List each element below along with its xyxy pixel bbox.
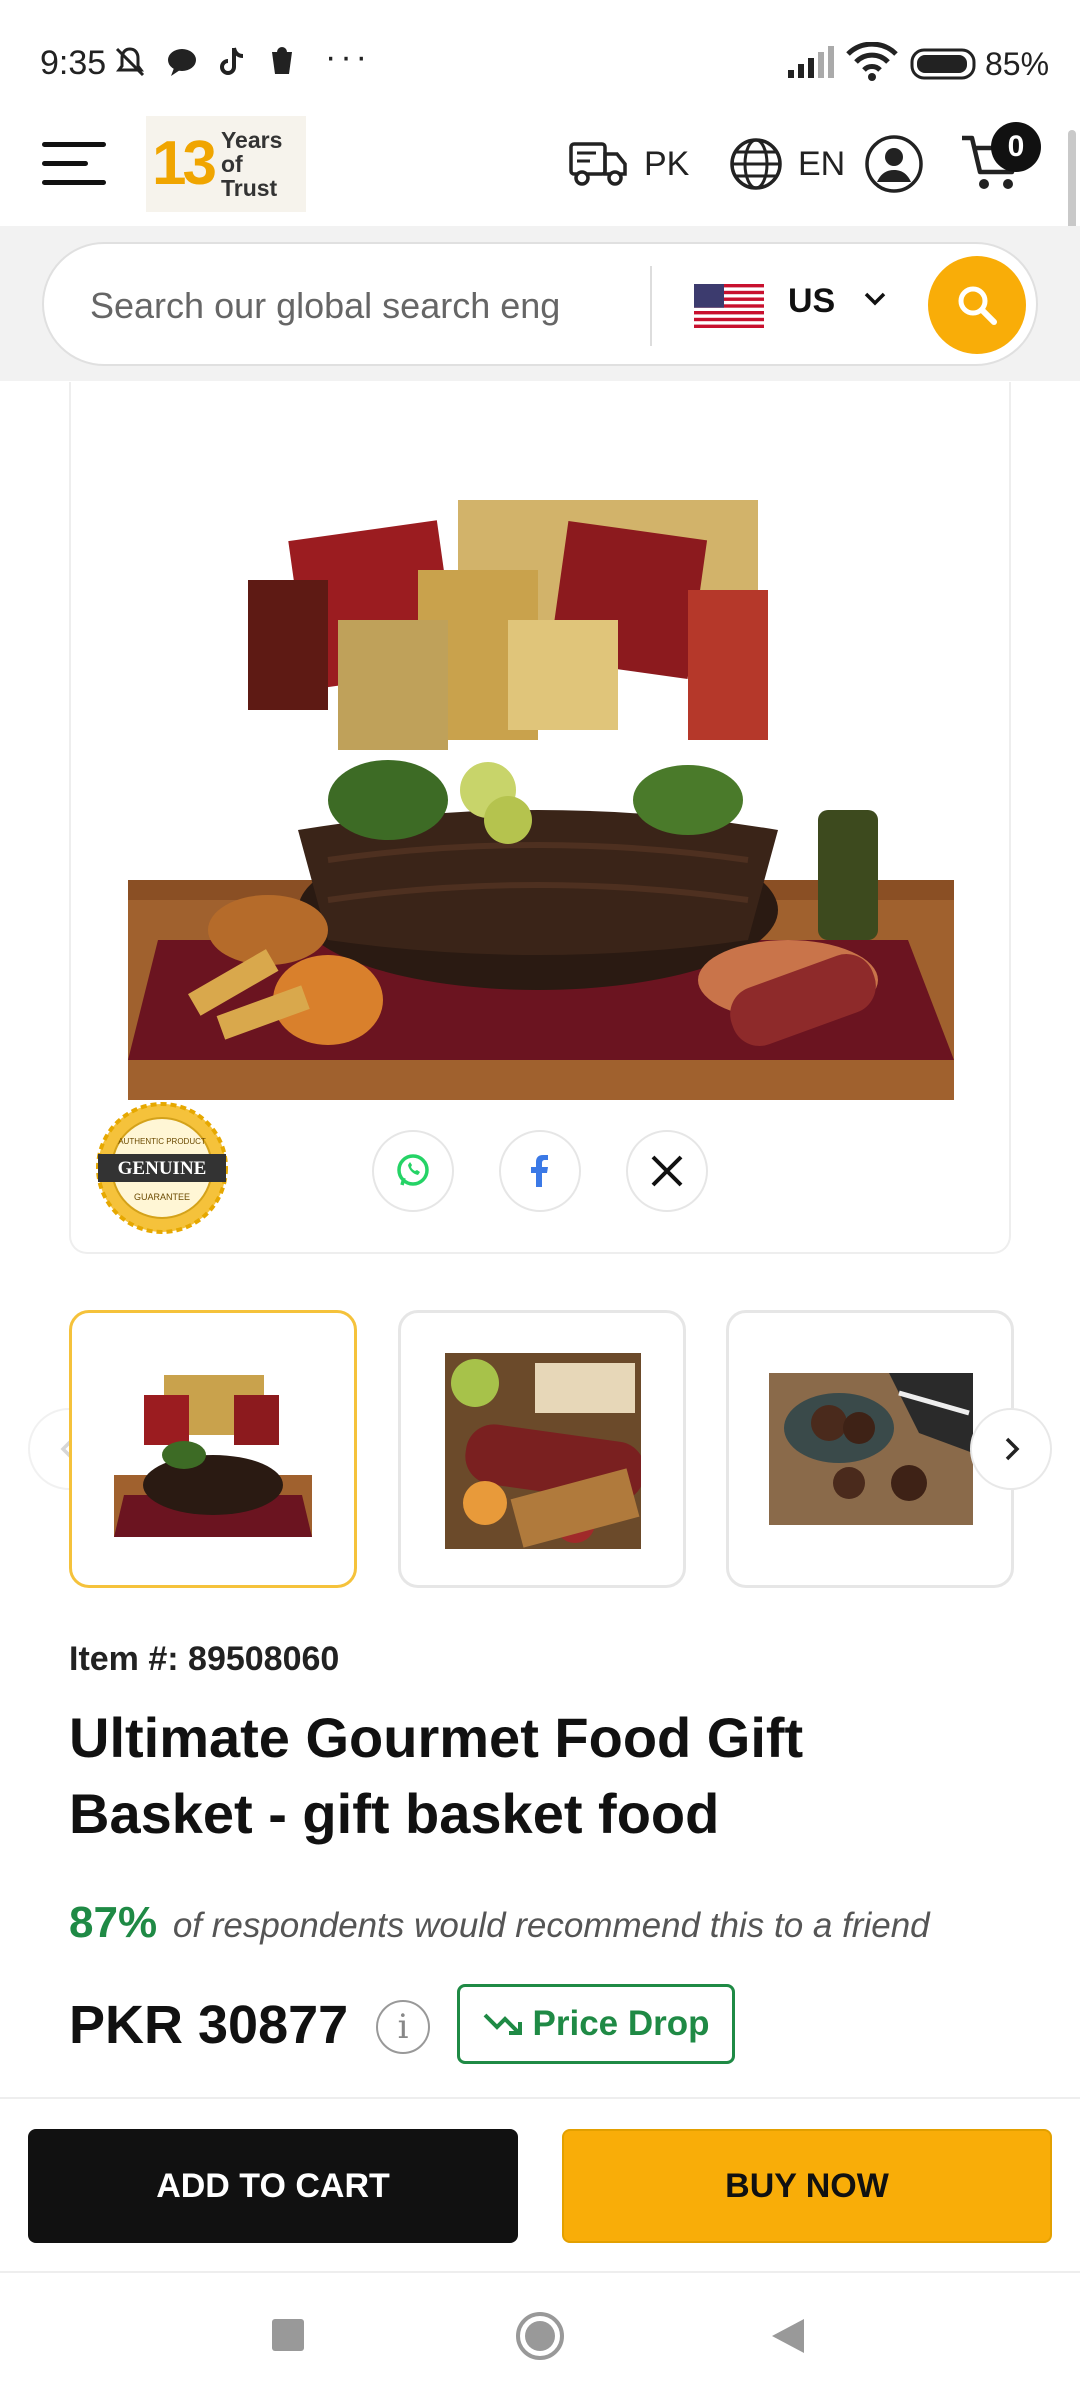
- globe-icon: [730, 138, 782, 190]
- share-whatsapp-button[interactable]: [372, 1130, 454, 1212]
- search-bar-area: US: [0, 226, 1080, 381]
- thumbnail-1[interactable]: [69, 1310, 357, 1588]
- signal-icon: [788, 46, 834, 78]
- logo-number: 13: [152, 129, 217, 198]
- shipping-country-selector[interactable]: PK: [568, 134, 689, 194]
- user-account-icon[interactable]: [864, 134, 924, 194]
- system-navigation-bar: [0, 2271, 1080, 2400]
- search-country-code[interactable]: US: [788, 282, 835, 321]
- thumbnail-2-image: [445, 1353, 641, 1549]
- mute-bell-icon: [115, 47, 145, 77]
- chat-icon: [168, 49, 196, 76]
- chevron-right-icon: [1005, 1437, 1020, 1461]
- search-box: US: [42, 242, 1038, 366]
- search-button[interactable]: [928, 256, 1026, 354]
- more-notifications-icon: ···: [325, 38, 371, 76]
- site-logo[interactable]: 13 Years of Trust: [146, 116, 306, 212]
- recommend-text: of respondents would recommend this to a…: [172, 1906, 930, 1945]
- app-notification-icon: [272, 47, 292, 74]
- battery-icon: [910, 48, 976, 80]
- shipping-country-code: PK: [644, 144, 690, 183]
- search-icon: [958, 286, 997, 325]
- thumbnail-1-image: [114, 1375, 312, 1537]
- badge-guarantee-text: GUARANTEE: [134, 1192, 190, 1202]
- thumbnail-next-arrow[interactable]: [970, 1408, 1052, 1490]
- status-time: 9:35: [40, 44, 107, 82]
- item-number: Item #: 89508060: [69, 1640, 340, 1678]
- x-twitter-icon: [651, 1155, 683, 1187]
- battery-percent: 85%: [985, 46, 1050, 82]
- chevron-down-icon[interactable]: [862, 286, 888, 312]
- facebook-icon: [531, 1155, 548, 1187]
- tiktok-icon: [220, 47, 244, 75]
- recent-apps-icon[interactable]: [270, 2317, 306, 2353]
- product-main-image[interactable]: [128, 500, 954, 1100]
- logo-text: Years of Trust: [221, 128, 306, 200]
- thumbnail-3-image: [769, 1373, 973, 1525]
- status-bar: 9:35 ··· 85%: [0, 0, 1080, 100]
- purchase-action-bar: ADD TO CART BUY NOW: [0, 2097, 1080, 2271]
- add-to-cart-button[interactable]: ADD TO CART: [28, 2129, 518, 2243]
- back-icon[interactable]: [770, 2317, 806, 2355]
- recommend-percent: 87%: [69, 1898, 158, 1947]
- whatsapp-icon: [397, 1154, 429, 1186]
- price-info-icon[interactable]: i: [376, 2000, 430, 2054]
- us-flag-icon[interactable]: [694, 284, 764, 328]
- product-price: PKR 30877: [69, 1995, 349, 2055]
- wifi-icon: [846, 42, 898, 81]
- delivery-truck-icon: [569, 142, 627, 186]
- badge-genuine-text: GENUINE: [118, 1158, 207, 1179]
- search-input[interactable]: [90, 274, 670, 338]
- product-title: Ultimate Gourmet Food Gift Basket - gift…: [69, 1706, 804, 1845]
- recommendation-line: 87% of respondents would recommend this …: [69, 1898, 930, 1948]
- cart-count-badge: 0: [991, 122, 1041, 172]
- logo-text-line-1: Years of: [220, 126, 283, 177]
- logo-text-line-2: Trust: [220, 175, 278, 202]
- site-header: 13 Years of Trust PK EN: [0, 100, 1080, 226]
- share-facebook-button[interactable]: [499, 1130, 581, 1212]
- home-icon[interactable]: [515, 2311, 565, 2361]
- price-drop-badge[interactable]: Price Drop: [457, 1984, 735, 2064]
- share-x-button[interactable]: [626, 1130, 708, 1212]
- badge-authentic-text: AUTHENTIC PRODUCT: [118, 1137, 206, 1146]
- trend-down-icon: [483, 2013, 522, 2035]
- language-selector[interactable]: EN: [728, 134, 845, 194]
- genuine-guarantee-badge: GENUINE AUTHENTIC PRODUCT GUARANTEE: [96, 1102, 228, 1234]
- buy-now-button[interactable]: BUY NOW: [562, 2129, 1052, 2243]
- menu-hamburger-icon[interactable]: [42, 142, 106, 190]
- price-drop-label: Price Drop: [532, 2004, 710, 2043]
- thumbnail-2[interactable]: [398, 1310, 686, 1588]
- search-divider: [650, 266, 652, 346]
- language-code: EN: [798, 144, 846, 183]
